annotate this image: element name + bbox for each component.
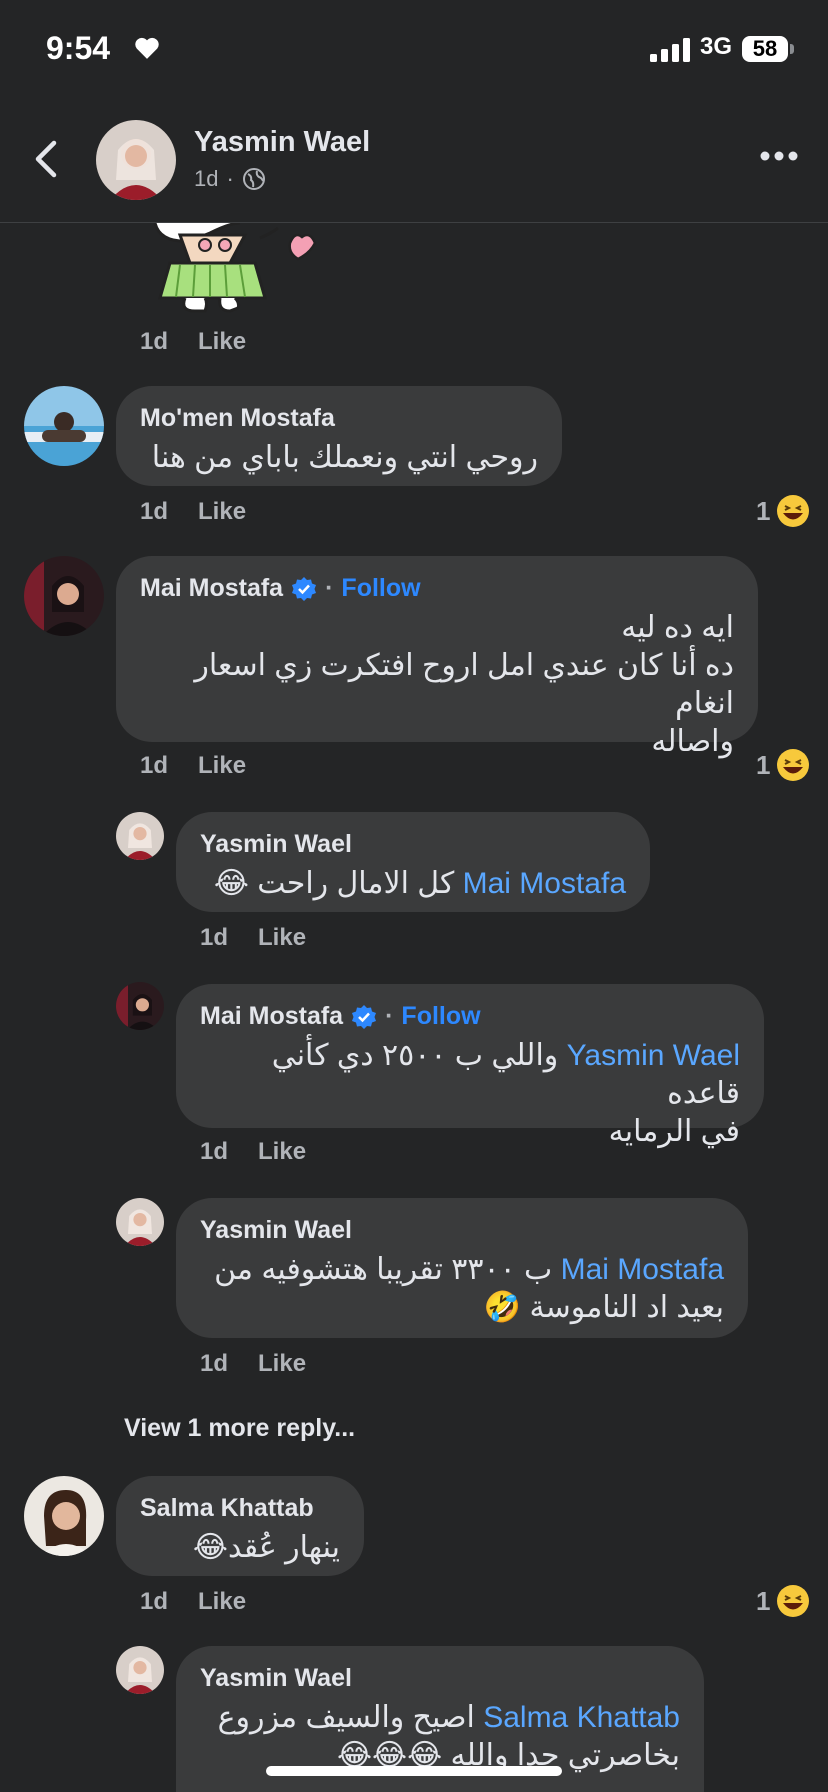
mention-link[interactable]: Mai Mostafa: [561, 1253, 724, 1286]
reply-line: Mai Mostafa ب ٣٣٠٠ تقريبا هتشوفيه من: [200, 1251, 724, 1289]
commenter-avatar[interactable]: [24, 386, 104, 466]
replier-name[interactable]: Yasmin Wael: [200, 830, 626, 859]
reply-text-content: اصيح والسيف مزروع: [217, 1701, 475, 1734]
mention-link[interactable]: Yasmin Wael: [567, 1039, 740, 1072]
comment-bubble: Salma Khattab ينهار عُقد😂: [116, 1476, 364, 1576]
comment-time[interactable]: 1d: [140, 498, 168, 526]
comment-time[interactable]: 1d: [200, 1138, 228, 1166]
laugh-reaction-icon: [777, 749, 810, 781]
post-meta: 1d ·: [194, 166, 266, 192]
comment-meta: 1d Like: [140, 1588, 246, 1616]
back-icon[interactable]: [34, 140, 58, 178]
header-divider: [0, 222, 828, 223]
reply-bubble: Mai Mostafa · Follow Yasmin Wael واللي ب…: [176, 984, 764, 1148]
reply-line: بعيد اد الناموسة 🤣: [483, 1291, 724, 1324]
reply-text-content: ب ٣٣٠٠ تقريبا هتشوفيه من: [214, 1253, 553, 1286]
mention-link[interactable]: Salma Khattab: [483, 1701, 680, 1734]
comment-time[interactable]: 1d: [140, 328, 168, 356]
like-button[interactable]: Like: [198, 498, 246, 526]
replier-name[interactable]: Yasmin Wael: [200, 1664, 680, 1693]
more-icon[interactable]: [760, 150, 798, 162]
sticker-meta: 1d Like: [140, 328, 246, 356]
author-name[interactable]: Yasmin Wael: [194, 126, 370, 159]
reply-line: Yasmin Wael واللي ب ٢٥٠٠ دي كأني قاعده: [200, 1037, 740, 1113]
reaction-count: 1: [756, 749, 771, 780]
like-button[interactable]: Like: [198, 1588, 246, 1616]
comment-time[interactable]: 1d: [140, 1588, 168, 1616]
home-indicator[interactable]: [266, 1766, 562, 1776]
replier-avatar[interactable]: [116, 812, 164, 860]
heart-icon: [135, 37, 159, 59]
reaction-summary[interactable]: 1: [756, 748, 810, 782]
like-button[interactable]: Like: [258, 1350, 306, 1378]
laugh-reaction-icon: [777, 1585, 810, 1617]
view-more-replies[interactable]: View 1 more reply...: [124, 1414, 355, 1443]
comment-bubble: Mai Mostafa · Follow ايه ده ليه ده أنا ك…: [116, 556, 758, 758]
like-button[interactable]: Like: [258, 1138, 306, 1166]
reply-meta: 1d Like: [200, 1350, 306, 1378]
reply-text: Salma Khattab اصيح والسيف مزروع بخاصرتي …: [200, 1699, 680, 1775]
reply-meta: 1d Like: [200, 1138, 306, 1166]
replier-name[interactable]: Yasmin Wael: [200, 1216, 724, 1245]
reaction-count: 1: [756, 1585, 771, 1616]
commenter-name[interactable]: Mo'men Mostafa: [140, 404, 538, 433]
globe-icon: [242, 168, 265, 190]
commenter-header: Mai Mostafa · Follow: [140, 574, 734, 603]
comment-time[interactable]: 1d: [200, 924, 228, 952]
comment-text: روحي انتي ونعملك باباي من هنا: [151, 441, 538, 474]
like-button[interactable]: Like: [258, 924, 306, 952]
replier-avatar[interactable]: [116, 982, 164, 1030]
network-type: 3G: [700, 33, 733, 60]
comment-text: ينهار عُقد😂: [192, 1531, 340, 1564]
comment-bubble: Mo'men Mostafa روحي انتي ونعملك باباي من…: [116, 386, 562, 486]
comment-line: ايه ده ليه: [621, 611, 734, 644]
comment-line: ده أنا كان عندي امل اروح افتكرت زي اسعار…: [194, 649, 734, 720]
battery-indicator: 58: [742, 36, 788, 62]
comment-text: ايه ده ليه ده أنا كان عندي امل اروح افتك…: [140, 609, 734, 761]
laugh-reaction-icon: [777, 495, 810, 527]
comment-time[interactable]: 1d: [140, 752, 168, 780]
comment-time[interactable]: 1d: [200, 1350, 228, 1378]
verified-icon: [352, 1004, 377, 1029]
status-time: 9:54: [46, 30, 111, 66]
reply-text: Mai Mostafa ب ٣٣٠٠ تقريبا هتشوفيه من بعي…: [200, 1251, 724, 1327]
commenter-avatar[interactable]: [24, 1476, 104, 1556]
follow-button[interactable]: Follow: [401, 1002, 480, 1031]
commenter-name[interactable]: Salma Khattab: [140, 1494, 340, 1523]
commenter-avatar[interactable]: [24, 556, 104, 636]
commenter-name[interactable]: Mai Mostafa: [140, 574, 283, 603]
comment-meta: 1d Like: [140, 498, 246, 526]
reply-line: Salma Khattab اصيح والسيف مزروع: [200, 1699, 680, 1737]
signal-icon: [650, 38, 690, 62]
sticker-image: [153, 223, 317, 313]
replier-avatar[interactable]: [116, 1646, 164, 1694]
reply-bubble: Yasmin Wael Mai Mostafa كل الامال راحت 😂: [176, 812, 650, 912]
like-button[interactable]: Like: [198, 752, 246, 780]
reaction-summary[interactable]: 1: [756, 494, 810, 528]
meta-separator: ·: [226, 166, 234, 191]
reply-text: Yasmin Wael واللي ب ٢٥٠٠ دي كأني قاعده ف…: [200, 1037, 740, 1151]
mention-link[interactable]: Mai Mostafa: [463, 867, 626, 900]
battery-cap: [790, 44, 794, 54]
separator-dot: ·: [325, 574, 334, 602]
reply-bubble: Yasmin Wael Mai Mostafa ب ٣٣٠٠ تقريبا هت…: [176, 1198, 748, 1338]
reply-text-content: كل الامال راحت 😂: [213, 867, 455, 900]
like-button[interactable]: Like: [198, 328, 246, 356]
reaction-count: 1: [756, 495, 771, 526]
separator-dot: ·: [385, 1002, 394, 1030]
post-time[interactable]: 1d: [194, 166, 218, 192]
reply-text: Mai Mostafa كل الامال راحت 😂: [200, 865, 626, 903]
replier-name[interactable]: Mai Mostafa: [200, 1002, 343, 1031]
verified-icon: [292, 576, 317, 601]
comment-meta: 1d Like: [140, 752, 246, 780]
author-avatar[interactable]: [96, 120, 176, 200]
reaction-summary[interactable]: 1: [756, 1584, 810, 1618]
replier-avatar[interactable]: [116, 1198, 164, 1246]
reply-meta: 1d Like: [200, 924, 306, 952]
follow-button[interactable]: Follow: [341, 574, 420, 603]
replier-header: Mai Mostafa · Follow: [200, 1002, 740, 1031]
